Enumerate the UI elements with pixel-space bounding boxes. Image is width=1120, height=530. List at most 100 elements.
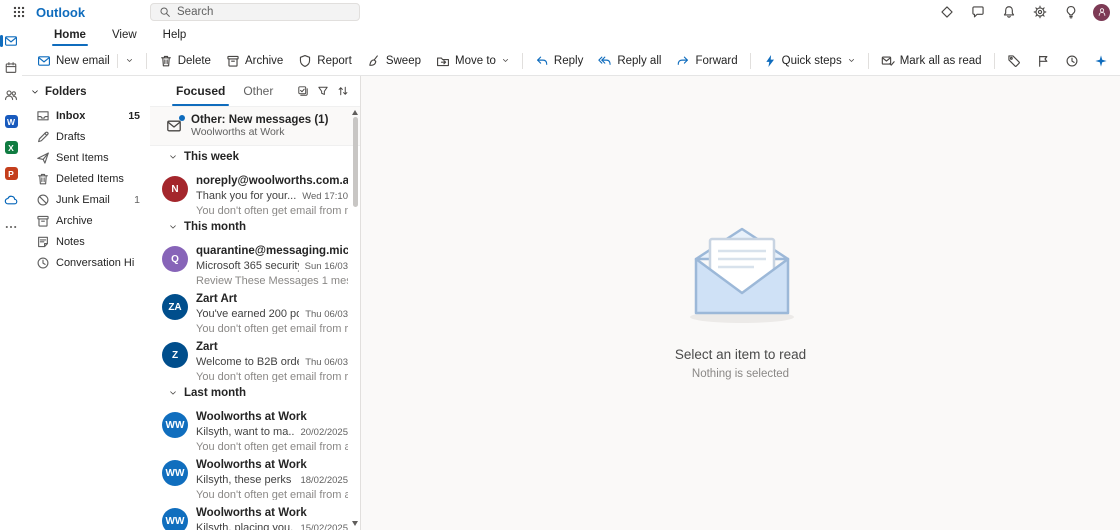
email-subject: Thank you for your... (196, 190, 297, 202)
more-apps-button[interactable] (0, 220, 22, 234)
email-preview: You don't often get email from at... (196, 489, 348, 500)
email-preview: You don't often get email from ro... (196, 371, 348, 382)
filter-button[interactable] (317, 82, 329, 100)
flag-button[interactable] (1029, 49, 1057, 73)
folders-header[interactable]: Folders (22, 82, 150, 105)
settings-button[interactable] (1031, 3, 1049, 21)
move-to-button[interactable]: Move to (429, 49, 517, 73)
email-date: Wed 17:10 (302, 191, 348, 202)
email-list-item[interactable]: Q quarantine@messaging.microsof... Micro… (150, 238, 360, 286)
excel-icon: X (4, 141, 18, 154)
section-this-week[interactable]: This week (150, 146, 360, 168)
sweep-button[interactable]: Sweep (360, 49, 428, 73)
onedrive-app-button[interactable] (0, 193, 22, 207)
email-date: 18/02/2025 (300, 475, 348, 486)
other-banner-title: Other: New messages (1) (191, 114, 329, 126)
folder-sent-items[interactable]: Sent Items (22, 147, 150, 168)
premium-button[interactable] (938, 3, 956, 21)
folder-notes[interactable]: Notes (22, 231, 150, 252)
folder-junk-email[interactable]: Junk Email 1 (22, 189, 150, 210)
app-launcher-button[interactable] (10, 3, 28, 21)
tab-view[interactable]: View (102, 24, 147, 46)
reply-button[interactable]: Reply (528, 49, 590, 73)
word-app-button[interactable]: W (0, 115, 22, 128)
tips-button[interactable] (1062, 3, 1080, 21)
profile-avatar[interactable] (1093, 3, 1110, 21)
powerpoint-icon: P (4, 167, 18, 180)
other-banner-subtitle: Woolworths at Work (191, 126, 285, 138)
email-list-item[interactable]: N noreply@woolworths.com.au Thank you fo… (150, 168, 360, 216)
other-messages-banner[interactable]: Other: New messages (1) Woolworths at Wo… (150, 106, 360, 146)
folder-pane: Folders Inbox 15 Drafts Sent Items Delet… (22, 76, 150, 530)
word-icon: W (4, 115, 18, 128)
scroll-up-icon[interactable] (352, 110, 358, 115)
email-sender: noreply@woolworths.com.au (196, 175, 348, 187)
tab-help[interactable]: Help (153, 24, 197, 46)
email-list-item[interactable]: WW Woolworths at Work Kilsyth, these per… (150, 452, 360, 500)
email-subject: Welcome to B2B orde... (196, 356, 299, 368)
list-scrollbar[interactable] (350, 106, 360, 530)
delete-button[interactable]: Delete (152, 49, 218, 73)
report-button[interactable]: Report (291, 49, 359, 73)
search-bar[interactable] (150, 3, 360, 21)
folder-conversation-history[interactable]: Conversation History (22, 252, 150, 273)
mail-nav-button[interactable] (0, 34, 22, 48)
copilot-button[interactable] (1087, 49, 1115, 73)
tab-home[interactable]: Home (44, 24, 96, 46)
categorize-button[interactable] (1000, 49, 1028, 73)
section-last-month[interactable]: Last month (150, 382, 360, 404)
forward-button[interactable]: Forward (669, 49, 744, 73)
reply-all-button[interactable]: Reply all (591, 49, 668, 73)
excel-app-button[interactable]: X (0, 141, 22, 154)
archive-button[interactable]: Archive (219, 49, 290, 73)
notifications-button[interactable] (1000, 3, 1018, 21)
email-list-item[interactable]: Z Zart Welcome to B2B orde... Thu 06/03 … (150, 334, 360, 382)
app-title: Outlook (36, 4, 86, 20)
more-options-button[interactable] (1117, 49, 1120, 73)
folder-inbox[interactable]: Inbox 15 (22, 105, 150, 126)
section-this-month[interactable]: This month (150, 216, 360, 238)
people-nav-button[interactable] (0, 88, 22, 102)
toolbar-separator (145, 52, 147, 69)
new-email-button[interactable]: New email (30, 49, 141, 73)
select-all-icon (297, 85, 309, 97)
scroll-down-icon[interactable] (352, 521, 358, 526)
email-date: 15/02/2025 (300, 523, 348, 530)
chevron-down-icon (501, 56, 510, 65)
email-date: 20/02/2025 (300, 427, 348, 438)
snooze-button[interactable] (1058, 49, 1086, 73)
folder-archive[interactable]: Archive (22, 210, 150, 231)
tab-focused[interactable]: Focused (171, 76, 230, 106)
email-list-item[interactable]: WW Woolworths at Work Kilsyth, want to m… (150, 404, 360, 452)
mail-check-icon (881, 54, 895, 68)
unread-count: 1 (134, 193, 140, 206)
mark-all-read-button[interactable]: Mark all as read (874, 49, 989, 73)
scrollbar-thumb[interactable] (352, 117, 358, 207)
clock-icon (1065, 54, 1079, 68)
powerpoint-app-button[interactable]: P (0, 167, 22, 180)
chat-button[interactable] (969, 3, 987, 21)
quick-steps-button[interactable]: Quick steps (756, 49, 863, 73)
search-input[interactable] (177, 6, 351, 18)
sort-button[interactable] (337, 82, 349, 100)
calendar-nav-button[interactable] (0, 61, 22, 75)
folder-drafts[interactable]: Drafts (22, 126, 150, 147)
sender-avatar: ZA (162, 294, 188, 320)
person-icon (1097, 7, 1107, 17)
email-subject: Microsoft 365 security:... (196, 260, 299, 272)
lightbulb-icon (1064, 5, 1078, 19)
email-sender: Woolworths at Work (196, 411, 307, 423)
email-preview: You don't often get email from ro... (196, 323, 348, 334)
archive-icon (36, 214, 50, 228)
other-mail-icon (166, 115, 185, 134)
tab-other[interactable]: Other (241, 76, 275, 106)
select-messages-button[interactable] (297, 82, 309, 100)
email-list-item[interactable]: WW Woolworths at Work Kilsyth, placing y… (150, 500, 360, 530)
flag-icon (1036, 54, 1050, 68)
filter-icon (317, 85, 329, 97)
ribbon-toolbar: New email Delete Archive Report Sweep Mo… (22, 46, 1120, 76)
email-list-item[interactable]: ZA Zart Art You've earned 200 po... Thu … (150, 286, 360, 334)
sender-avatar: WW (162, 412, 188, 438)
split-divider (116, 53, 118, 68)
folder-deleted-items[interactable]: Deleted Items (22, 168, 150, 189)
